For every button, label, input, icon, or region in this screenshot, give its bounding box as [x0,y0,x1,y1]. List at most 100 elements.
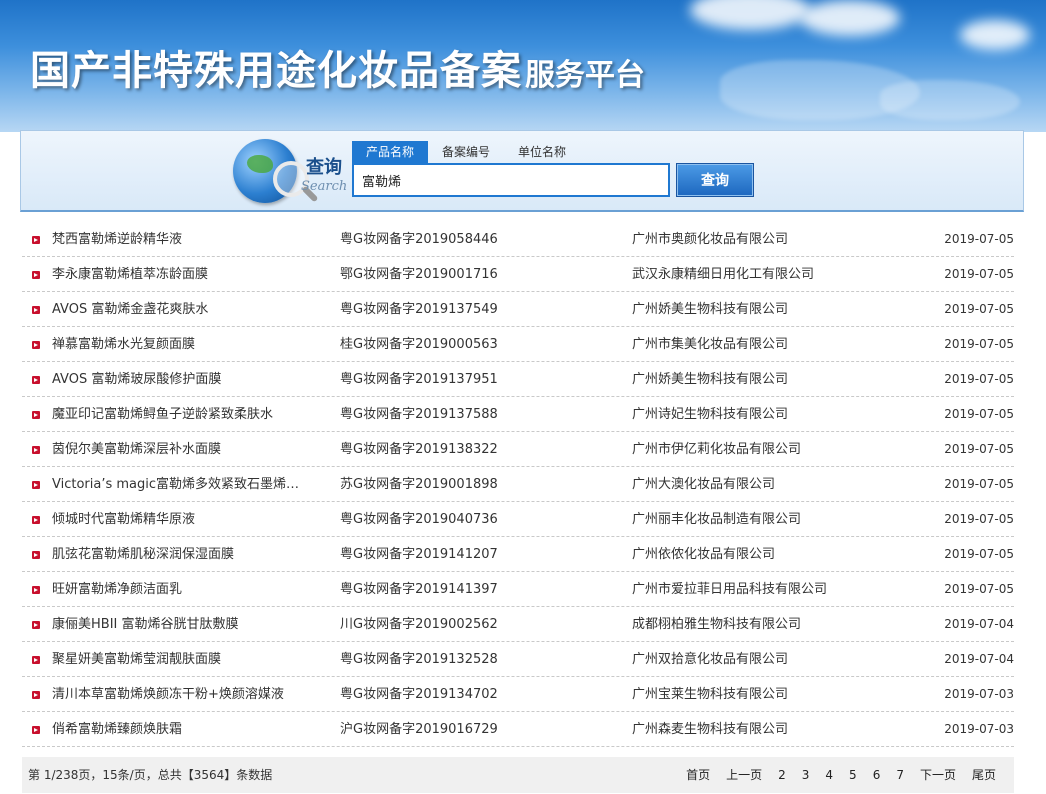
search-tabs: 产品名称 备案编号 单位名称 [352,141,580,163]
result-row[interactable]: 康俪美HBII 富勒烯谷胱甘肽敷膜 川G妆网备字2019002562 成都栩柏雅生物… [22,607,1014,642]
product-name-link[interactable]: 茵倪尔美富勒烯深层补水面膜 [52,432,337,467]
page-link-3[interactable]: 3 [794,757,818,793]
page-link-4[interactable]: 4 [817,757,841,793]
arrow-bullet-icon [32,621,40,629]
page-link-6[interactable]: 6 [865,757,889,793]
arrow-bullet-icon [32,481,40,489]
arrow-bullet-icon [32,516,40,524]
arrow-bullet-icon [32,586,40,594]
result-row[interactable]: 清川本草富勒烯焕颜冻干粉+焕颜溶媒液 粤G妆网备字2019134702 广州宝莱生物… [22,677,1014,712]
last-page-link[interactable]: 尾页 [964,757,1004,793]
record-date: 2019-07-05 [944,442,1014,456]
company-name: 广州大澳化妆品有限公司 [632,477,776,492]
tab-company-name[interactable]: 单位名称 [504,141,580,163]
page-title: 国产非特殊用途化妆品备案 [30,47,522,94]
page-link-7[interactable]: 7 [888,757,912,793]
arrow-bullet-icon [32,691,40,699]
record-date: 2019-07-04 [944,617,1014,631]
result-row[interactable]: 肌弦花富勒烯肌秘深润保湿面膜 粤G妆网备字2019141207 广州依侬化妆品有限公… [22,537,1014,572]
record-date: 2019-07-05 [944,477,1014,491]
result-row[interactable]: 茵倪尔美富勒烯深层补水面膜 粤G妆网备字2019138322 广州市伊亿莉化妆品有限… [22,432,1014,467]
product-name-link[interactable]: AVOS 富勒烯玻尿酸修护面膜 [52,362,337,397]
record-number: 粤G妆网备字2019040736 [340,512,498,527]
record-date: 2019-07-05 [944,547,1014,561]
product-name-link[interactable]: 旺妍富勒烯净颜洁面乳 [52,572,337,607]
product-name-link[interactable]: 康俪美HBII 富勒烯谷胱甘肽敷膜 [52,607,337,642]
company-name: 成都栩柏雅生物科技有限公司 [632,617,802,632]
tab-product-name[interactable]: 产品名称 [352,141,429,163]
cloud-decoration [960,20,1030,50]
product-name-link[interactable]: 聚星妍美富勒烯莹润靓肤面膜 [52,642,337,677]
product-name-link[interactable]: 梵西富勒烯逆龄精华液 [52,222,337,257]
record-number: 鄂G妆网备字2019001716 [340,267,498,282]
result-row[interactable]: Victoria’s magic富勒烯多效紧致石墨烯… 苏G妆网备字2019001… [22,467,1014,502]
company-name: 广州宝莱生物科技有限公司 [632,687,789,702]
product-name-link[interactable]: 清川本草富勒烯焕颜冻干粉+焕颜溶媒液 [52,677,337,712]
result-row[interactable]: 俏希富勒烯臻颜焕肤霜 沪G妆网备字2019016729 广州森麦生物科技有限公司 20… [22,712,1014,747]
company-name: 广州依侬化妆品有限公司 [632,547,776,562]
product-name-link[interactable]: 倾城时代富勒烯精华原液 [52,502,337,537]
record-number: 川G妆网备字2019002562 [340,617,498,632]
tab-record-number[interactable]: 备案编号 [428,141,504,163]
search-input[interactable] [352,163,670,197]
arrow-bullet-icon [32,656,40,664]
record-date: 2019-07-05 [944,512,1014,526]
result-row[interactable]: 聚星妍美富勒烯莹润靓肤面膜 粤G妆网备字2019132528 广州双拾意化妆品有限公… [22,642,1014,677]
first-page-link[interactable]: 首页 [678,757,718,793]
record-number: 粤G妆网备字2019138322 [340,442,498,457]
page-link-5[interactable]: 5 [841,757,865,793]
record-date: 2019-07-05 [944,372,1014,386]
search-label-en: Search [301,179,348,194]
result-row[interactable]: 倾城时代富勒烯精华原液 粤G妆网备字2019040736 广州丽丰化妆品制造有限公司… [22,502,1014,537]
result-row[interactable]: AVOS 富勒烯金盏花爽肤水 粤G妆网备字2019137549 广州娇美生物科技有限… [22,292,1014,327]
record-number: 粤G妆网备字2019137951 [340,372,498,387]
product-name-link[interactable]: 禅慕富勒烯水光复颜面膜 [52,327,337,362]
record-date: 2019-07-05 [944,582,1014,596]
product-name-link[interactable]: 李永康富勒烯植萃冻龄面膜 [52,257,337,292]
record-number: 粤G妆网备字2019141207 [340,547,498,562]
record-number: 苏G妆网备字2019001898 [340,477,498,492]
product-name-link[interactable]: 俏希富勒烯臻颜焕肤霜 [52,712,337,747]
record-number: 粤G妆网备字2019137588 [340,407,498,422]
header-banner: 国产非特殊用途化妆品备案 服务平台 [0,0,1046,132]
page-link-2[interactable]: 2 [770,757,794,793]
record-date: 2019-07-03 [944,687,1014,701]
product-name-link[interactable]: Victoria’s magic富勒烯多效紧致石墨烯… [52,467,337,502]
result-row[interactable]: 魔亚印记富勒烯鲟鱼子逆龄紧致柔肤水 粤G妆网备字2019137588 广州诗妃生物科… [22,397,1014,432]
record-date: 2019-07-05 [944,407,1014,421]
record-date: 2019-07-05 [944,267,1014,281]
arrow-bullet-icon [32,446,40,454]
cloud-decoration [800,0,900,36]
cloud-decoration [690,0,810,30]
company-name: 广州市爱拉菲日用品科技有限公司 [632,582,828,597]
next-page-link[interactable]: 下一页 [912,757,964,793]
product-name-link[interactable]: 魔亚印记富勒烯鲟鱼子逆龄紧致柔肤水 [52,397,337,432]
record-number: 桂G妆网备字2019000563 [340,337,498,352]
record-number: 沪G妆网备字2019016729 [340,722,498,737]
result-row[interactable]: 梵西富勒烯逆龄精华液 粤G妆网备字2019058446 广州市奥颜化妆品有限公司 20… [22,222,1014,257]
arrow-bullet-icon [32,271,40,279]
result-row[interactable]: 禅慕富勒烯水光复颜面膜 桂G妆网备字2019000563 广州市集美化妆品有限公司 2… [22,327,1014,362]
product-name-link[interactable]: 肌弦花富勒烯肌秘深润保湿面膜 [52,537,337,572]
record-number: 粤G妆网备字2019134702 [340,687,498,702]
search-button[interactable]: 查询 [676,163,754,197]
arrow-bullet-icon [32,376,40,384]
world-map-decoration [880,80,1020,120]
record-date: 2019-07-05 [944,337,1014,351]
record-number: 粤G妆网备字2019141397 [340,582,498,597]
pagination-info: 第 1/238页，15条/页，总共【3564】条数据 [28,768,273,782]
company-name: 广州森麦生物科技有限公司 [632,722,789,737]
company-name: 广州娇美生物科技有限公司 [632,302,789,317]
result-row[interactable]: AVOS 富勒烯玻尿酸修护面膜 粤G妆网备字2019137951 广州娇美生物科技有… [22,362,1014,397]
search-panel: 查询 Search 产品名称 备案编号 单位名称 查询 [20,130,1024,212]
prev-page-link[interactable]: 上一页 [718,757,770,793]
result-row[interactable]: 旺妍富勒烯净颜洁面乳 粤G妆网备字2019141397 广州市爱拉菲日用品科技有限公… [22,572,1014,607]
company-name: 广州市奥颜化妆品有限公司 [632,232,789,247]
record-number: 粤G妆网备字2019137549 [340,302,498,317]
company-name: 广州娇美生物科技有限公司 [632,372,789,387]
record-number: 粤G妆网备字2019132528 [340,652,498,667]
arrow-bullet-icon [32,726,40,734]
result-row[interactable]: 李永康富勒烯植萃冻龄面膜 鄂G妆网备字2019001716 武汉永康精细日用化工有限… [22,257,1014,292]
results-list: 梵西富勒烯逆龄精华液 粤G妆网备字2019058446 广州市奥颜化妆品有限公司 20… [22,222,1014,747]
product-name-link[interactable]: AVOS 富勒烯金盏花爽肤水 [52,292,337,327]
